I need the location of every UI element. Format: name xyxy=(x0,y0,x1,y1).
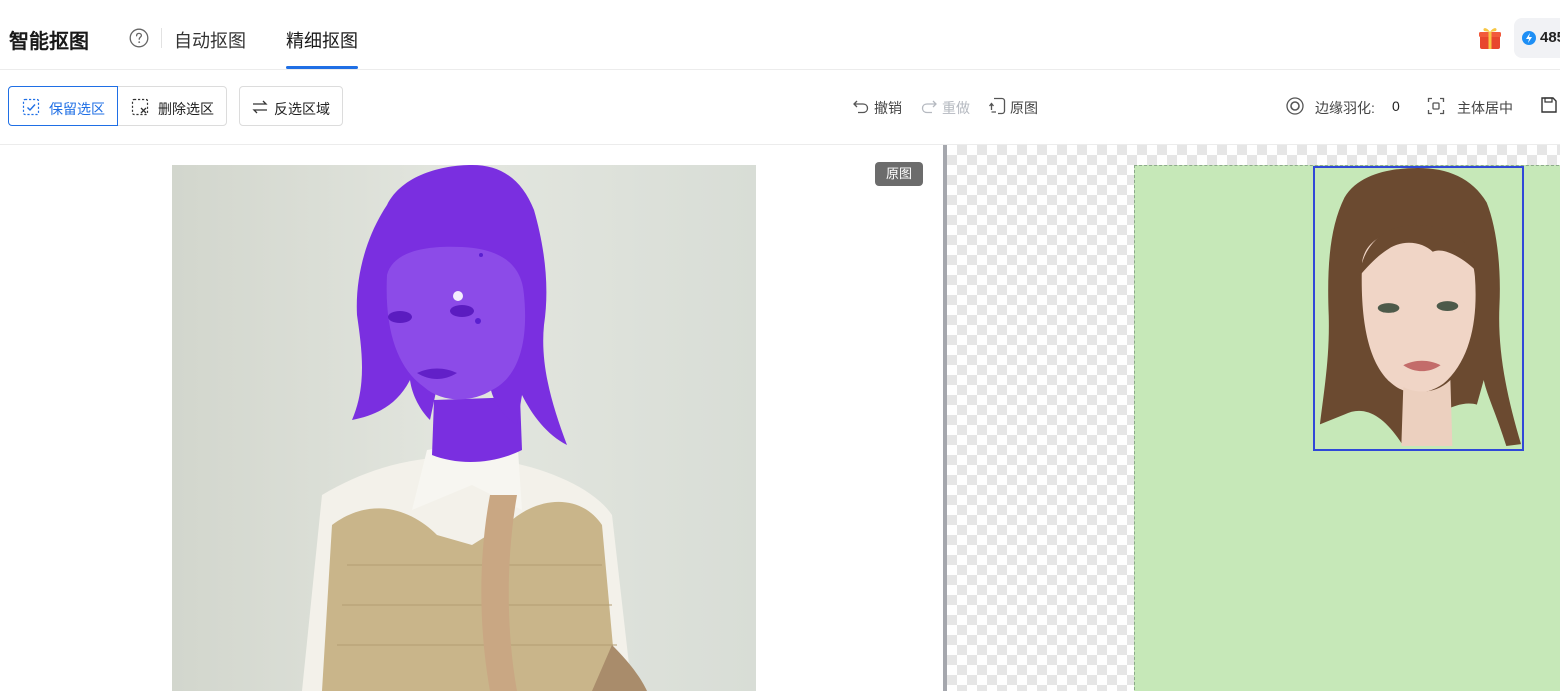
original-badge: 原图 xyxy=(875,162,923,186)
active-tab-indicator xyxy=(286,66,358,69)
swap-icon xyxy=(252,100,268,114)
gift-icon[interactable] xyxy=(1477,25,1503,51)
keep-selection-icon xyxy=(22,98,40,116)
edit-toolbar: 保留选区 删除选区 反选区域 撤销 重做 原图 边缘羽化: 0 主体居中 xyxy=(0,70,1560,145)
credits-value: 485 xyxy=(1540,29,1560,46)
edge-feather-label: 边缘羽化: xyxy=(1315,100,1375,116)
app-title: 智能抠图 xyxy=(9,31,89,53)
top-header: 智能抠图 自动抠图 精细抠图 485 xyxy=(0,0,1560,70)
lightning-icon xyxy=(1522,31,1536,45)
center-subject-label: 主体居中 xyxy=(1457,100,1513,116)
redo-button[interactable]: 重做 xyxy=(920,96,974,116)
edge-feather-value[interactable]: 0 xyxy=(1392,98,1400,114)
save-icon[interactable] xyxy=(1540,96,1558,114)
delete-selection-icon xyxy=(131,98,149,116)
cutout-subject[interactable] xyxy=(1313,166,1524,451)
edit-canvas[interactable]: 原图 xyxy=(0,145,943,691)
invert-selection-button[interactable]: 反选区域 xyxy=(239,86,343,126)
tab-fine-cutout[interactable]: 精细抠图 xyxy=(286,27,358,53)
help-icon[interactable] xyxy=(129,28,149,48)
redo-icon xyxy=(921,100,937,114)
header-divider xyxy=(161,28,162,48)
credits-balance[interactable]: 485 xyxy=(1514,18,1560,58)
keep-selection-label: 保留选区 xyxy=(49,101,105,117)
tab-auto-cutout[interactable]: 自动抠图 xyxy=(174,27,246,53)
edge-feather-control[interactable]: 边缘羽化: xyxy=(1286,96,1406,116)
feather-icon xyxy=(1286,97,1304,115)
undo-icon xyxy=(853,100,869,114)
original-image-icon xyxy=(988,97,1006,115)
delete-selection-label: 删除选区 xyxy=(158,101,214,117)
undo-label: 撤销 xyxy=(874,100,902,116)
center-subject-button[interactable]: 主体居中 xyxy=(1427,96,1517,116)
result-preview[interactable] xyxy=(947,145,1560,691)
original-button[interactable]: 原图 xyxy=(988,96,1042,116)
redo-label: 重做 xyxy=(942,100,970,116)
original-label: 原图 xyxy=(1010,100,1038,116)
undo-button[interactable]: 撤销 xyxy=(852,96,906,116)
delete-selection-button[interactable]: 删除选区 xyxy=(117,86,227,126)
center-focus-icon xyxy=(1427,97,1445,115)
keep-selection-button[interactable]: 保留选区 xyxy=(8,86,118,126)
invert-selection-label: 反选区域 xyxy=(274,101,330,117)
source-photo[interactable] xyxy=(172,165,756,691)
